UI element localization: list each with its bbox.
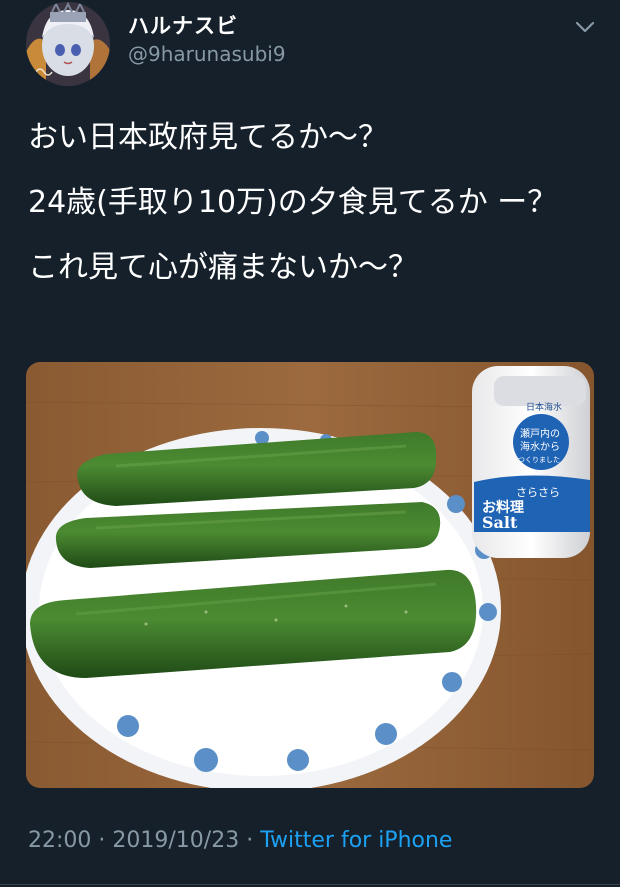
tweet-photo[interactable]: 日本海水 瀬戸内の 海水から つくりました さらさら お料理 Salt (26, 362, 594, 788)
separator-dot: · (98, 828, 113, 853)
tweet-metadata: 22:00 · 2019/10/23 · Twitter for iPhone (28, 828, 452, 853)
svg-text:つくりました: つくりました (518, 456, 560, 464)
tweet-header: ハルナスビ @9harunasubi9 (0, 0, 620, 100)
tweet-source-link[interactable]: Twitter for iPhone (260, 828, 452, 853)
svg-text:海水から: 海水から (520, 440, 560, 453)
display-name[interactable]: ハルナスビ (128, 10, 238, 40)
tweet-text: おい日本政府見てるか〜？ 24歳(手取り10万)の夕食見てるか ー？ これ見て心… (28, 118, 598, 313)
svg-text:Salt: Salt (482, 513, 518, 532)
tweet-line: おい日本政府見てるか〜？ (28, 120, 388, 155)
avatar[interactable] (26, 2, 110, 86)
chevron-down-icon[interactable] (570, 14, 600, 40)
separator-dot: · (246, 828, 261, 853)
divider (0, 884, 620, 885)
tweet-line: 24歳(手取り10万)の夕食見てるか ー？ (28, 185, 558, 220)
tweet-date[interactable]: 2019/10/23 (112, 828, 239, 853)
svg-text:瀬戸内の: 瀬戸内の (520, 427, 560, 440)
svg-text:日本海水: 日本海水 (526, 401, 562, 413)
avatar-illustration (26, 2, 110, 86)
svg-text:さらさら: さらさら (516, 486, 560, 499)
salt-bottle: 日本海水 瀬戸内の 海水から つくりました さらさら お料理 Salt (472, 366, 590, 558)
tweet-line: これ見て心が痛まないか〜？ (28, 250, 418, 285)
cucumber-photo: 日本海水 瀬戸内の 海水から つくりました さらさら お料理 Salt (26, 362, 594, 788)
tweet-time[interactable]: 22:00 (28, 828, 91, 853)
user-handle[interactable]: @9harunasubi9 (128, 42, 286, 66)
